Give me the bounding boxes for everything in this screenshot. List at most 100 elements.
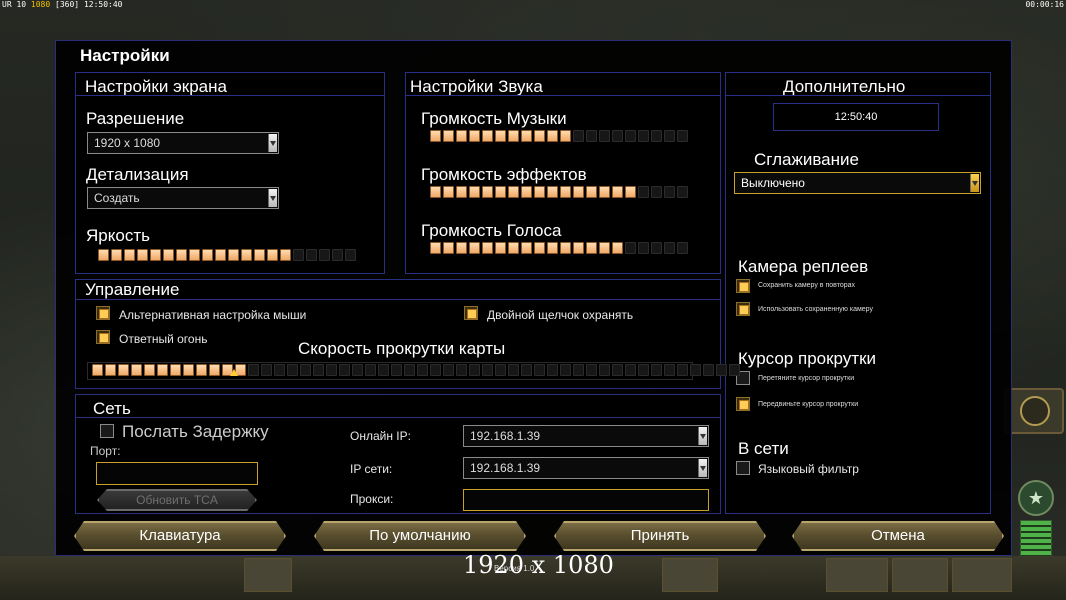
slider-segment [508, 186, 519, 198]
divider [726, 95, 990, 96]
slider-segment [365, 364, 376, 376]
radar-dial-icon [1020, 396, 1050, 426]
lang-filter-label: Языковый фильтр [758, 462, 859, 476]
chevron-down-icon[interactable] [268, 134, 277, 152]
accept-button[interactable]: Принять [554, 521, 766, 551]
chevron-down-icon[interactable] [698, 427, 707, 445]
resolution-label: Разрешение [86, 109, 185, 128]
slider-segment [521, 130, 532, 142]
slider-segment [664, 364, 675, 376]
send-delay-checkbox[interactable] [100, 424, 114, 438]
slider-segment [274, 364, 285, 376]
control-title: Управление [85, 280, 180, 299]
detail-label: Детализация [86, 165, 189, 184]
slider-segment [677, 364, 688, 376]
brightness-slider[interactable] [98, 249, 356, 263]
port-input[interactable] [96, 462, 258, 485]
slider-segment [534, 364, 545, 376]
slider-segment [391, 364, 402, 376]
update-tca-button[interactable]: Обновить TCA [97, 489, 257, 511]
voice-volume-slider[interactable] [430, 242, 688, 256]
voice-volume-label: Громкость Голоса [421, 221, 562, 240]
topbar-prefix: UR 10 [2, 0, 27, 9]
replay-camera-title: Камера реплеев [738, 257, 869, 276]
slider-segment [599, 186, 610, 198]
slider-segment [92, 364, 103, 376]
sound-settings-panel: Настройки Звука Громкость Музыки Громкос… [405, 72, 721, 274]
proxy-input[interactable] [463, 489, 709, 511]
slider-segment [612, 242, 623, 254]
topbar-right-time: 00:00:16 [1025, 0, 1064, 9]
slider-segment [131, 364, 142, 376]
double-click-label: Двойной щелчок охранять [487, 308, 634, 322]
lang-filter-checkbox[interactable] [736, 461, 750, 475]
chevron-down-icon[interactable] [970, 174, 979, 192]
detail-value: Создать [94, 191, 140, 205]
slider-segment [651, 242, 662, 254]
chevron-down-icon[interactable] [698, 459, 707, 477]
alt-mouse-checkbox[interactable] [96, 306, 110, 320]
slider-segment [547, 364, 558, 376]
keyboard-button[interactable]: Клавиатура [74, 521, 286, 551]
divider [76, 417, 720, 418]
online-ip-value: 192.168.1.39 [470, 429, 541, 443]
network-title: Сеть [93, 399, 131, 418]
additional-title: Дополнительно [783, 77, 906, 96]
slider-segment [345, 249, 356, 261]
antialiasing-value: Выключено [741, 176, 805, 190]
effects-volume-label: Громкость эффектов [421, 165, 587, 184]
online-ip-select[interactable]: 192.168.1.39 [463, 425, 709, 447]
slider-segment [469, 130, 480, 142]
slider-segment [573, 242, 584, 254]
replay-save-checkbox[interactable] [736, 279, 750, 293]
antialiasing-label: Сглаживание [754, 150, 859, 169]
detail-select[interactable]: Создать [87, 187, 279, 209]
slider-segment [534, 186, 545, 198]
slider-segment [638, 186, 649, 198]
slider-segment [521, 242, 532, 254]
return-fire-checkbox[interactable] [96, 330, 110, 344]
music-volume-slider[interactable] [430, 130, 688, 144]
replay-use-checkbox[interactable] [736, 302, 750, 316]
effects-volume-slider[interactable] [430, 186, 688, 200]
slider-segment [98, 249, 109, 261]
slider-segment [443, 242, 454, 254]
slider-segment [144, 364, 155, 376]
slider-segment [209, 364, 220, 376]
antialiasing-select[interactable]: Выключено [734, 172, 981, 194]
double-click-checkbox[interactable] [464, 306, 478, 320]
slider-segment [280, 249, 291, 261]
settings-dialog: Настройки Настройки экрана Разрешение 19… [55, 40, 1012, 556]
slider-segment [196, 364, 207, 376]
slider-segment [332, 249, 343, 261]
lan-ip-select[interactable]: 192.168.1.39 [463, 457, 709, 479]
slider-segment [430, 364, 441, 376]
slider-segment [456, 364, 467, 376]
unit-portrait [952, 558, 1012, 592]
chevron-down-icon[interactable] [268, 189, 277, 207]
brightness-label: Яркость [86, 226, 150, 245]
resolution-select[interactable]: 1920 x 1080 [87, 132, 279, 154]
clock-display: 12:50:40 [773, 103, 939, 131]
online-ip-label: Онлайн IP: [350, 429, 411, 443]
slider-segment [729, 364, 740, 376]
slider-handle-icon[interactable] [230, 369, 238, 376]
slider-segment [651, 186, 662, 198]
scroll-cursor-opt2-checkbox[interactable] [736, 397, 750, 411]
control-panel: Управление Альтернативная настройка мыши… [75, 279, 740, 389]
slider-segment [508, 364, 519, 376]
slider-segment [495, 130, 506, 142]
slider-segment [599, 364, 610, 376]
slider-segment [586, 364, 597, 376]
defaults-button[interactable]: По умолчанию [314, 521, 526, 551]
slider-segment [482, 364, 493, 376]
slider-segment [495, 242, 506, 254]
topbar-left: UR 10 1080 [360] 12:50:40 [2, 0, 122, 9]
replay-use-label: Использовать сохраненную камеру [758, 306, 873, 313]
slider-segment [456, 186, 467, 198]
slider-segment [664, 242, 675, 254]
cancel-button[interactable]: Отмена [792, 521, 1004, 551]
alt-mouse-label: Альтернативная настройка мыши [119, 308, 307, 322]
command-slot [244, 558, 292, 592]
scroll-speed-slider[interactable] [92, 364, 740, 378]
